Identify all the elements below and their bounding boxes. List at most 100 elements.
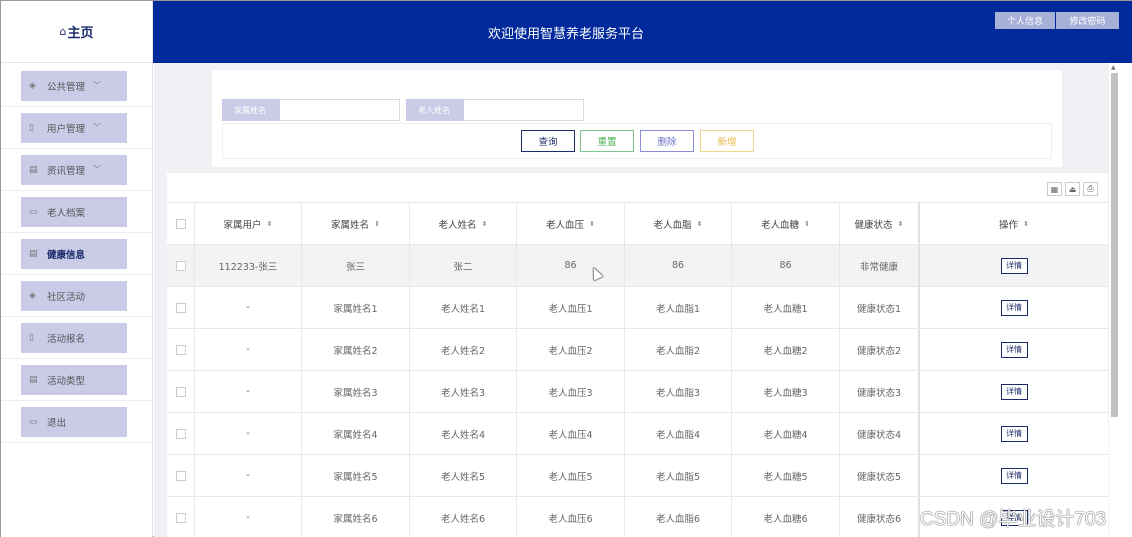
- table-cell: 健康状态5: [840, 455, 920, 496]
- table-header-row: 家属用户 ⬍ 家属姓名 ⬍ 老人姓名 ⬍ 老人血压 ⬍ 老人血脂 ⬍ 老人血糖 ⬍ 健康状态 ⬍ 操作 ⬍: [167, 202, 1108, 245]
- row-select-cell: [167, 371, 195, 412]
- row-checkbox[interactable]: [175, 344, 186, 355]
- column-header-label: 老人血压: [546, 219, 585, 231]
- row-checkbox[interactable]: [175, 260, 186, 271]
- row-checkbox[interactable]: [175, 302, 186, 313]
- column-header[interactable]: 老人姓名 ⬍: [410, 203, 517, 244]
- select-all-checkbox[interactable]: [175, 218, 186, 229]
- sort-icon[interactable]: ⬍: [804, 220, 810, 228]
- table-row[interactable]: - 家属姓名4 老人姓名4 老人血压4 老人血脂4 老人血糖4 健康状态4 详情: [167, 413, 1108, 455]
- change-password-button[interactable]: 修改密码: [1056, 12, 1119, 29]
- sort-icon[interactable]: ⬍: [589, 220, 595, 228]
- row-checkbox[interactable]: [175, 386, 186, 397]
- sort-icon[interactable]: ⬍: [898, 220, 904, 228]
- sidebar-item: ◈ 社区活动: [1, 275, 152, 317]
- folder-icon: ▭: [29, 206, 38, 217]
- column-header[interactable]: 家属用户 ⬍: [195, 203, 302, 244]
- table-cell: 老人姓名1: [410, 287, 517, 328]
- folder-icon: ▭: [29, 416, 38, 427]
- table-row[interactable]: - 家属姓名3 老人姓名3 老人血压3 老人血脂3 老人血糖3 健康状态3 详情: [167, 371, 1108, 413]
- sidebar-item: ▤ 健康信息: [1, 233, 152, 275]
- delete-button[interactable]: 删除: [640, 130, 694, 152]
- operation-cell: 详情: [920, 245, 1108, 286]
- scrollbar-thumb[interactable]: [1111, 73, 1118, 417]
- sidebar-item: ▭ 老人档案: [1, 191, 152, 233]
- add-button[interactable]: 新增: [700, 130, 754, 152]
- detail-button[interactable]: 详情: [1000, 467, 1028, 484]
- table-cell: 健康状态6: [840, 497, 920, 537]
- sort-icon[interactable]: ⬍: [697, 220, 703, 228]
- table-row[interactable]: - 家属姓名2 老人姓名2 老人血压2 老人血脂2 老人血糖2 健康状态2 详情: [167, 329, 1108, 371]
- column-header-label: 老人血糖: [761, 219, 800, 231]
- print-icon[interactable]: ⎙: [1083, 182, 1098, 196]
- sidebar-item: ◈ 公共管理 ﹀: [1, 65, 152, 107]
- sidebar-item-button[interactable]: ▭ 退出: [21, 406, 127, 437]
- row-select-cell: [167, 287, 195, 328]
- sidebar-item-label: 公共管理: [47, 81, 86, 93]
- sidebar-item-button[interactable]: ◈ 社区活动: [21, 280, 127, 311]
- sort-icon[interactable]: ⬍: [374, 220, 380, 228]
- column-header-label: 健康状态: [854, 219, 893, 231]
- table-cell: 老人血糖5: [732, 455, 840, 496]
- detail-button[interactable]: 详情: [1000, 257, 1028, 274]
- sidebar: ⌂ 主页 ◈ 公共管理 ﹀ ▯ 用户管理 ﹀ ▤ 资讯管理 ﹀ ▭ 老人档案 ▤ 健康信息 ◈ 社区活动 ▯ 活…: [1, 1, 153, 537]
- elder-name-input[interactable]: [464, 99, 584, 121]
- table-row[interactable]: - 家属姓名5 老人姓名5 老人血压5 老人血脂5 老人血糖5 健康状态5 详情: [167, 455, 1108, 497]
- column-header-label: 老人血脂: [653, 219, 692, 231]
- sidebar-item-button[interactable]: ◈ 公共管理 ﹀: [21, 70, 127, 101]
- export-icon[interactable]: ⏏: [1065, 182, 1080, 196]
- column-header-label: 老人姓名: [438, 219, 477, 231]
- table-row[interactable]: 112233-张三 张三 张二 86 86 86 非常健康 详情: [167, 245, 1108, 287]
- chevron-down-icon: ﹀: [93, 123, 102, 132]
- sidebar-item-button[interactable]: ▭ 老人档案: [21, 196, 127, 227]
- column-header[interactable]: 健康状态 ⬍: [840, 203, 920, 244]
- table-cell: 112233-张三: [195, 245, 302, 286]
- sidebar-item-button[interactable]: ▤ 活动类型: [21, 364, 127, 395]
- sidebar-item-button[interactable]: ▯ 活动报名: [21, 322, 127, 353]
- detail-button[interactable]: 详情: [1000, 341, 1028, 358]
- column-header-label: 操作: [999, 219, 1019, 231]
- row-checkbox[interactable]: [175, 470, 186, 481]
- sort-icon[interactable]: ⬍: [482, 220, 488, 228]
- sidebar-item-button[interactable]: ▯ 用户管理 ﹀: [21, 112, 127, 143]
- sidebar-item-button[interactable]: ▤ 资讯管理 ﹀: [21, 154, 127, 185]
- detail-button[interactable]: 详情: [1000, 383, 1028, 400]
- layers-icon: ◈: [29, 290, 36, 301]
- sort-icon[interactable]: ⬍: [267, 220, 273, 228]
- row-checkbox[interactable]: [175, 428, 186, 439]
- column-header[interactable]: 老人血脂 ⬍: [625, 203, 732, 244]
- column-header[interactable]: 家属姓名 ⬍: [302, 203, 410, 244]
- family-name-input[interactable]: [280, 99, 400, 121]
- table-cell: 家属姓名3: [302, 371, 410, 412]
- home-link[interactable]: ⌂ 主页: [1, 1, 152, 63]
- detail-button[interactable]: 详情: [1000, 425, 1028, 442]
- column-header[interactable]: 老人血糖 ⬍: [732, 203, 840, 244]
- table-row[interactable]: - 家属姓名1 老人姓名1 老人血压1 老人血脂1 老人血糖1 健康状态1 详情: [167, 287, 1108, 329]
- sidebar-item-button[interactable]: ▤ 健康信息: [21, 238, 127, 269]
- table-cell: 健康状态4: [840, 413, 920, 454]
- home-icon: ⌂: [59, 25, 67, 38]
- scroll-up-arrow-icon[interactable]: ▲: [1111, 64, 1116, 71]
- watermark: CSDN @毕业设计703: [920, 509, 1107, 530]
- table-cell: 家属姓名6: [302, 497, 410, 537]
- sidebar-item-label: 活动类型: [47, 375, 86, 387]
- profile-button[interactable]: 个人信息: [995, 12, 1055, 29]
- chevron-down-icon: ﹀: [93, 165, 102, 174]
- table-cell: 老人血糖1: [732, 287, 840, 328]
- query-button[interactable]: 查询: [521, 130, 575, 152]
- row-checkbox[interactable]: [175, 512, 186, 523]
- table-cell: 健康状态1: [840, 287, 920, 328]
- sort-icon[interactable]: ⬍: [1023, 220, 1029, 228]
- select-all-cell: [167, 203, 195, 244]
- operation-cell: 详情: [920, 455, 1108, 496]
- reset-button[interactable]: 重置: [580, 130, 634, 152]
- table-cell: 家属姓名2: [302, 329, 410, 370]
- table-cell: 老人血糖2: [732, 329, 840, 370]
- columns-icon[interactable]: ▦: [1047, 182, 1062, 196]
- column-header[interactable]: 老人血压 ⬍: [517, 203, 625, 244]
- row-select-cell: [167, 497, 195, 537]
- table-cell: 老人姓名5: [410, 455, 517, 496]
- column-header[interactable]: 操作 ⬍: [920, 203, 1108, 244]
- table-cell: 老人血糖4: [732, 413, 840, 454]
- detail-button[interactable]: 详情: [1000, 299, 1028, 316]
